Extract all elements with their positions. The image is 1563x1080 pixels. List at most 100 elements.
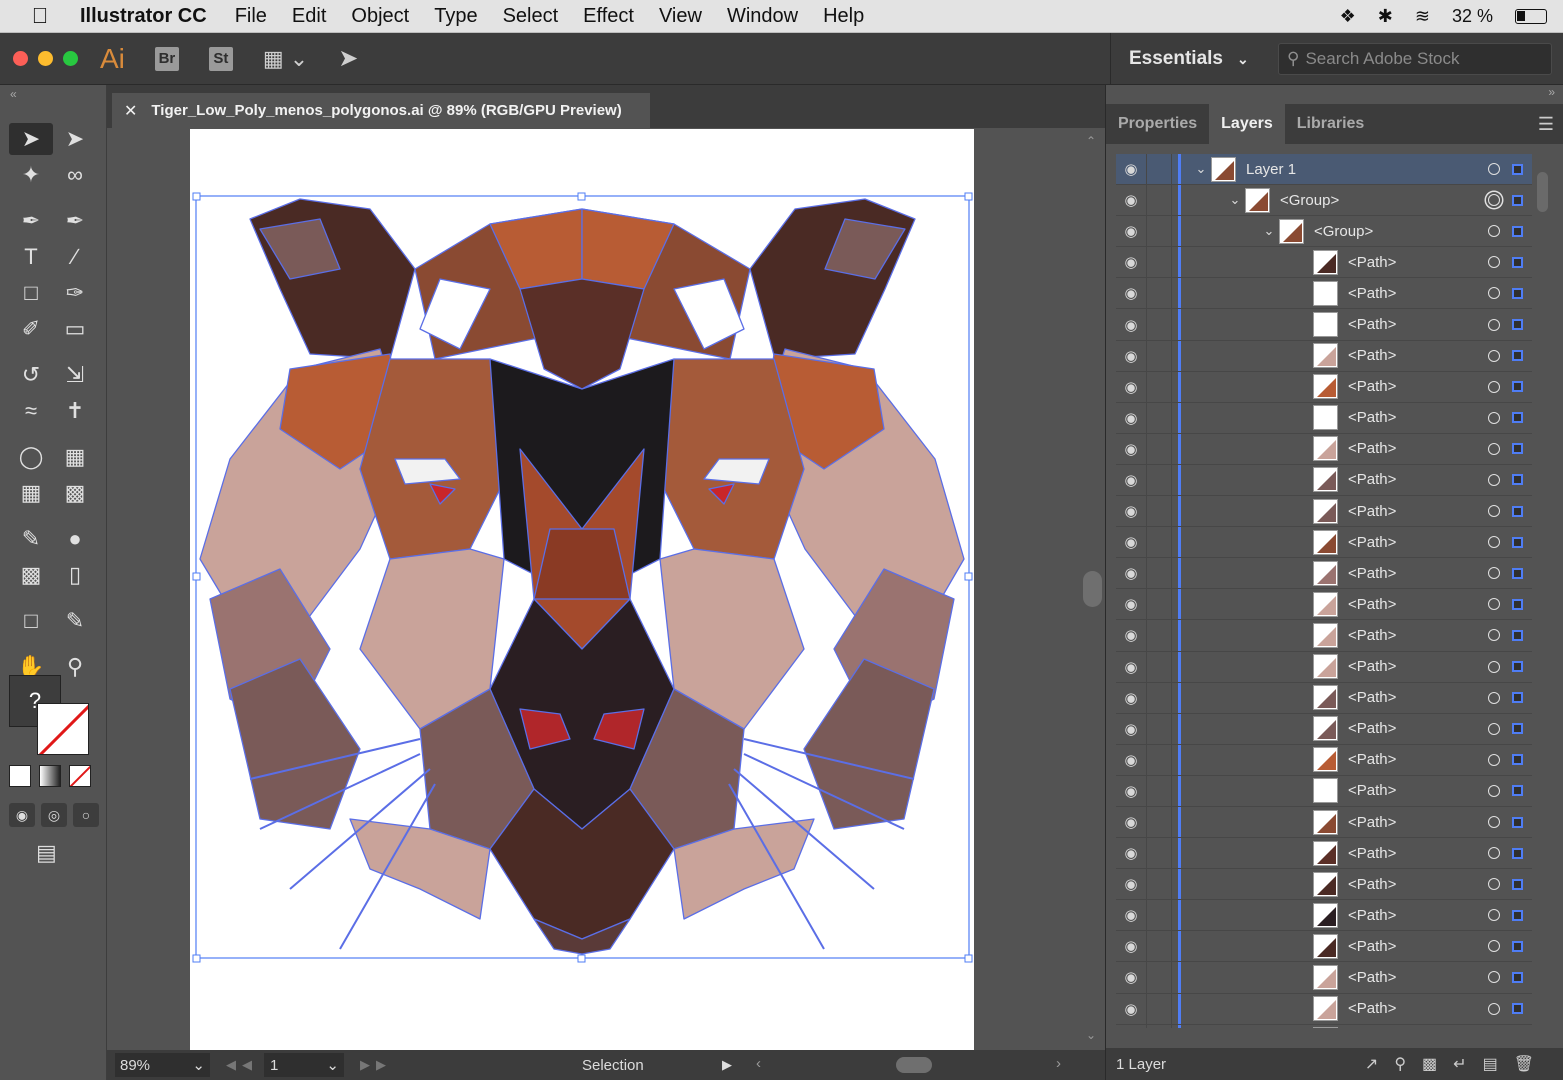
visibility-eye-icon[interactable]: ◉ [1116, 658, 1146, 676]
target-circle-icon[interactable] [1488, 505, 1500, 518]
app-menu[interactable]: Illustrator CC [80, 5, 207, 28]
lock-toggle[interactable] [1146, 216, 1172, 247]
artboard-next-icons[interactable]: ▶▶ [360, 1057, 392, 1073]
search-stock-input[interactable] [1305, 49, 1536, 69]
target-circle-icon[interactable] [1488, 163, 1500, 176]
selection-indicator[interactable] [1512, 350, 1523, 362]
visibility-eye-icon[interactable]: ◉ [1116, 626, 1146, 644]
tab-properties[interactable]: Properties [1106, 104, 1209, 144]
path-row[interactable]: ◉ <Path> [1116, 931, 1532, 963]
path-row[interactable]: ◉ <Path> [1116, 433, 1532, 465]
draw-normal-icon[interactable]: ◉ [9, 803, 35, 827]
target-circle-icon[interactable] [1488, 753, 1500, 766]
selection-indicator[interactable] [1512, 443, 1523, 455]
status-menu-icon[interactable]: ▶ [722, 1057, 732, 1073]
path-row[interactable]: ◉ <Path> [1116, 993, 1532, 1025]
selection-indicator[interactable] [1512, 754, 1523, 766]
target-circle-icon[interactable] [1488, 847, 1500, 860]
visibility-eye-icon[interactable]: ◉ [1116, 595, 1146, 613]
target-circle-icon[interactable] [1488, 318, 1500, 331]
lock-toggle[interactable] [1146, 589, 1172, 620]
collapse-panel-icon[interactable]: » [1106, 85, 1563, 103]
lock-toggle[interactable] [1146, 278, 1172, 309]
tiger-artwork[interactable] [190, 129, 974, 1050]
selection-indicator[interactable] [1512, 163, 1523, 175]
target-circle-icon[interactable] [1488, 691, 1500, 704]
draw-inside-icon[interactable]: ○ [73, 803, 99, 827]
selection-indicator[interactable] [1512, 971, 1523, 983]
target-circle-icon[interactable] [1488, 473, 1500, 486]
chevron-down-icon[interactable]: ⌄ [1225, 192, 1245, 208]
panel-menu-icon[interactable]: ☰ [1538, 114, 1563, 135]
scroll-right-icon[interactable]: › [1056, 1055, 1061, 1072]
target-circle-icon[interactable] [1488, 349, 1500, 362]
collapse-toolbar-icon[interactable]: « [0, 85, 106, 117]
gradient-mode-button[interactable] [39, 765, 61, 787]
search-stock-field[interactable]: ⚲ [1278, 43, 1552, 75]
path-row[interactable]: ◉ <Path> [1116, 744, 1532, 776]
lock-toggle[interactable] [1146, 775, 1172, 806]
menu-view[interactable]: View [659, 5, 702, 28]
visibility-eye-icon[interactable]: ◉ [1116, 191, 1146, 209]
horizontal-scroll-thumb[interactable] [896, 1057, 932, 1073]
lock-toggle[interactable] [1146, 558, 1172, 589]
selection-indicator[interactable] [1512, 878, 1523, 890]
target-circle-icon[interactable] [1488, 1002, 1500, 1015]
scale-tool[interactable]: ⇲ [53, 359, 97, 391]
visibility-eye-icon[interactable]: ◉ [1116, 440, 1146, 458]
scroll-left-icon[interactable]: ‹ [756, 1055, 761, 1072]
selection-indicator[interactable] [1512, 381, 1523, 393]
selection-tool[interactable]: ➤ [9, 123, 53, 155]
scroll-up-icon[interactable]: ⌃ [1086, 134, 1096, 148]
visibility-eye-icon[interactable]: ◉ [1116, 471, 1146, 489]
lock-toggle[interactable] [1146, 496, 1172, 527]
color-mode-button[interactable] [9, 765, 31, 787]
artboard-tool[interactable]: □ [9, 605, 53, 637]
arrange-documents-icon[interactable]: ▦ ⌄ [263, 46, 308, 72]
visibility-eye-icon[interactable]: ◉ [1116, 720, 1146, 738]
selection-indicator[interactable] [1512, 785, 1523, 797]
horizontal-scrollbar[interactable]: ‹ › [756, 1055, 1061, 1075]
path-row[interactable]: ◉ <Path> [1116, 620, 1532, 652]
lock-toggle[interactable] [1146, 185, 1172, 216]
artboard-prev-icons[interactable]: ◀◀ [226, 1057, 258, 1073]
chevron-down-icon[interactable]: ⌄ [192, 1056, 205, 1074]
path-row[interactable]: ◉ <Path> [1116, 838, 1532, 870]
selection-indicator[interactable] [1512, 940, 1523, 952]
lock-toggle[interactable] [1146, 340, 1172, 371]
menu-effect[interactable]: Effect [583, 5, 634, 28]
chevron-down-icon[interactable]: ⌄ [1259, 223, 1279, 239]
direct-selection-tool[interactable]: ➤ [53, 123, 97, 155]
workspace-switcher[interactable]: Essentials ⌄ [1110, 33, 1278, 85]
paintbrush-tool[interactable]: ✑ [53, 277, 97, 309]
chevron-down-icon[interactable]: ⌄ [1191, 161, 1211, 177]
bluetooth-icon[interactable]: ✱ [1378, 6, 1393, 27]
path-row[interactable]: ◉ <Path> [1116, 900, 1532, 932]
visibility-eye-icon[interactable]: ◉ [1116, 316, 1146, 334]
apple-menu-icon[interactable]:  [0, 3, 80, 29]
menu-window[interactable]: Window [727, 5, 798, 28]
symbol-sprayer-tool[interactable]: ▩ [9, 559, 53, 591]
path-row[interactable]: ◉ <Path> [1116, 962, 1532, 994]
gpu-performance-icon[interactable]: ➤ [338, 44, 358, 73]
visibility-eye-icon[interactable]: ◉ [1116, 533, 1146, 551]
battery-icon[interactable] [1515, 8, 1547, 24]
group-row[interactable]: ◉ ⌄ <Group> [1116, 185, 1532, 217]
visibility-eye-icon[interactable]: ◉ [1116, 409, 1146, 427]
close-window-button[interactable] [13, 51, 28, 66]
path-row[interactable]: ◉ <Path> [1116, 371, 1532, 403]
path-row[interactable]: ◉ <Path> [1116, 806, 1532, 839]
column-graph-tool[interactable]: ▯ [53, 559, 97, 591]
locate-object-icon[interactable]: ⚲ [1394, 1054, 1406, 1074]
lock-toggle[interactable] [1146, 464, 1172, 496]
vertical-scroll-thumb[interactable] [1083, 571, 1102, 607]
none-mode-button[interactable] [69, 765, 91, 787]
minimize-window-button[interactable] [38, 51, 53, 66]
wifi-icon[interactable]: ≋ [1415, 6, 1430, 27]
lock-toggle[interactable] [1146, 402, 1172, 433]
path-row[interactable]: ◉ <Path> [1116, 278, 1532, 310]
eyedropper-tool[interactable]: ✎ [9, 523, 53, 555]
delete-icon[interactable]: 🗑 [1514, 1054, 1534, 1074]
stock-button[interactable]: St [208, 46, 233, 71]
canvas[interactable] [107, 128, 1080, 1050]
